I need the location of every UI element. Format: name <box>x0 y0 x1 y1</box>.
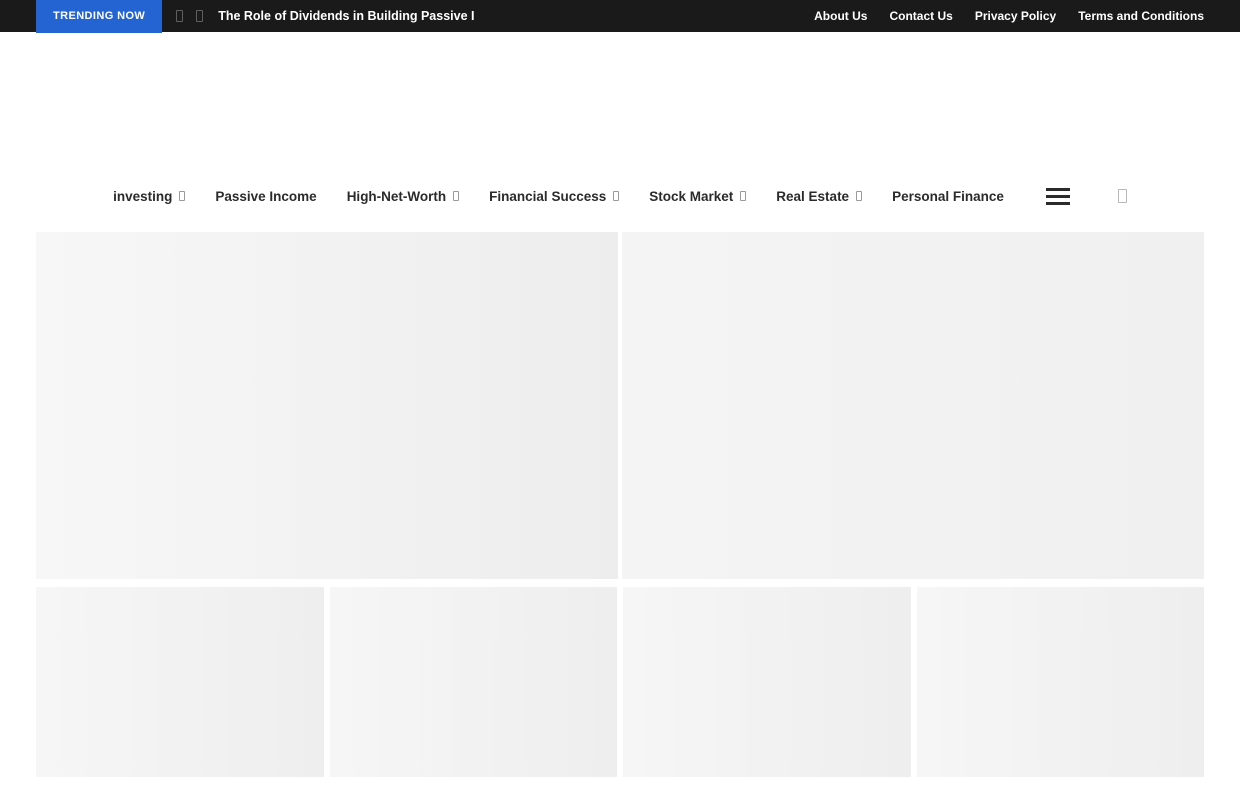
ticker-headline-link[interactable]: The Role of Dividends in Building Passiv… <box>218 9 474 23</box>
nav-item-label: High-Net-Worth <box>347 189 446 204</box>
article-card-placeholder[interactable] <box>330 587 618 777</box>
chevron-down-icon <box>453 191 459 201</box>
link-about-us[interactable]: About Us <box>814 9 867 23</box>
article-card-placeholder[interactable] <box>36 587 324 777</box>
nav-item-passive-income[interactable]: Passive Income <box>215 189 316 204</box>
logo-area <box>0 32 1240 181</box>
ticker-prev-icon[interactable] <box>176 10 183 22</box>
hamburger-icon[interactable] <box>1046 186 1070 207</box>
featured-article-placeholder[interactable] <box>622 232 1204 579</box>
nav-item-investing[interactable]: investing <box>113 189 185 204</box>
nav-item-real-estate[interactable]: Real Estate <box>776 189 862 204</box>
article-cards-row <box>36 587 1204 777</box>
nav-item-label: Stock Market <box>649 189 733 204</box>
nav-item-high-net-worth[interactable]: High-Net-Worth <box>347 189 459 204</box>
site-header: investing Passive Income High-Net-Worth … <box>0 32 1240 232</box>
topbar: TRENDING NOW The Role of Dividends in Bu… <box>0 0 1240 32</box>
nav-item-label: Financial Success <box>489 189 606 204</box>
featured-article-placeholder[interactable] <box>36 232 618 579</box>
nav-item-financial-success[interactable]: Financial Success <box>489 189 619 204</box>
nav-item-label: Real Estate <box>776 189 849 204</box>
article-card-placeholder[interactable] <box>917 587 1205 777</box>
article-card-placeholder[interactable] <box>623 587 911 777</box>
search-glyph <box>1118 189 1127 203</box>
main-nav: investing Passive Income High-Net-Worth … <box>0 181 1240 211</box>
chevron-down-icon <box>179 191 185 201</box>
link-contact-us[interactable]: Contact Us <box>889 9 952 23</box>
featured-posts-row <box>36 232 1204 579</box>
ticker-controls <box>176 10 203 22</box>
chevron-down-icon <box>613 191 619 201</box>
nav-item-stock-market[interactable]: Stock Market <box>649 189 746 204</box>
topbar-inner: TRENDING NOW The Role of Dividends in Bu… <box>36 0 1204 32</box>
nav-item-label: Passive Income <box>215 189 316 204</box>
link-privacy-policy[interactable]: Privacy Policy <box>975 9 1056 23</box>
nav-item-personal-finance[interactable]: Personal Finance <box>892 189 1004 204</box>
ticker-next-icon[interactable] <box>196 10 203 22</box>
nav-item-label: Personal Finance <box>892 189 1004 204</box>
trending-now-badge: TRENDING NOW <box>36 0 162 33</box>
chevron-down-icon <box>856 191 862 201</box>
link-terms-and-conditions[interactable]: Terms and Conditions <box>1078 9 1204 23</box>
main-content <box>36 232 1204 777</box>
search-icon[interactable] <box>1118 189 1127 203</box>
nav-item-label: investing <box>113 189 172 204</box>
chevron-down-icon <box>740 191 746 201</box>
topbar-links: About Us Contact Us Privacy Policy Terms… <box>814 9 1204 23</box>
